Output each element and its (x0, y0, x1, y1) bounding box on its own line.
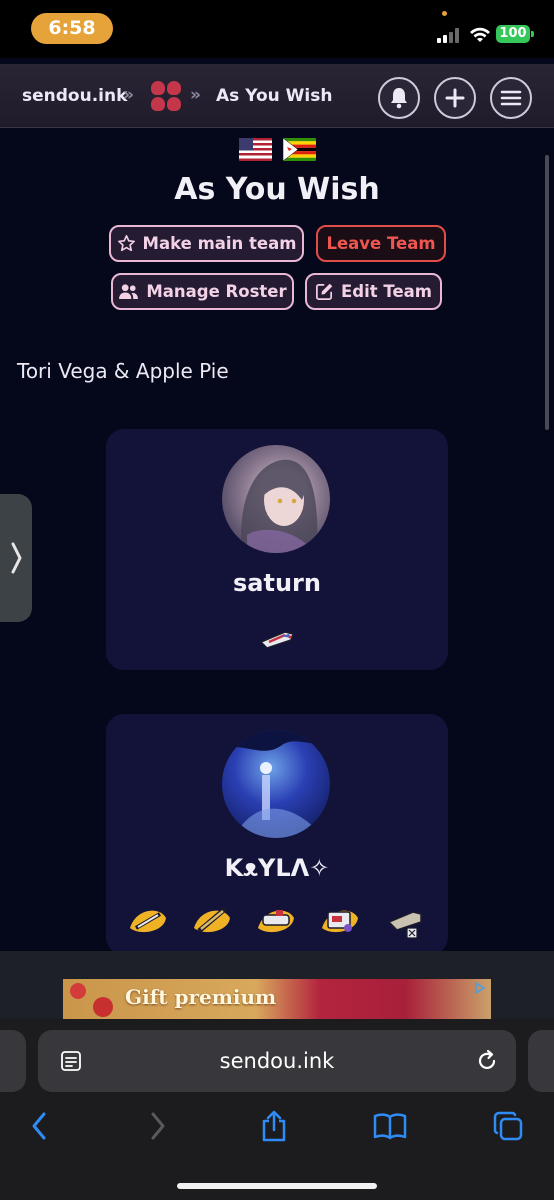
team-logo-icon[interactable] (150, 80, 182, 112)
weapon-icon (130, 910, 166, 933)
wifi-icon (470, 27, 490, 42)
users-icon (119, 284, 139, 300)
weapon-icon (322, 910, 358, 933)
chevron-left-icon (32, 1112, 46, 1140)
leave-team-button[interactable]: Leave Team (316, 225, 446, 262)
battery-indicator: 100 (496, 25, 534, 43)
previous-tab-preview[interactable] (0, 1030, 26, 1092)
manage-roster-button[interactable]: Manage Roster (111, 273, 294, 310)
plus-icon (445, 88, 465, 108)
share-button[interactable] (256, 1108, 292, 1144)
weapon-icon (258, 910, 294, 933)
share-icon (262, 1110, 286, 1142)
reload-icon[interactable] (475, 1049, 499, 1073)
notifications-button[interactable] (378, 77, 420, 119)
member-name: saturn (233, 569, 321, 597)
menu-button[interactable] (490, 77, 532, 119)
privacy-indicator-dot (442, 11, 447, 16)
cellular-signal-icon (437, 27, 463, 43)
menu-icon (500, 90, 522, 106)
star-icon (117, 235, 135, 252)
status-bar: 6:58 100 (0, 0, 554, 58)
address-bar[interactable]: sendou.ink (38, 1030, 516, 1092)
ad-banner[interactable]: Gift premium (63, 979, 491, 1019)
top-navigation: sendou.ink » » As You Wish (0, 64, 554, 128)
member-avatar[interactable] (222, 445, 330, 553)
member-name: KᴥYLΛ✧ (224, 854, 330, 882)
team-description: Tori Vega & Apple Pie (17, 359, 229, 383)
breadcrumb-site[interactable]: sendou.ink (22, 86, 127, 106)
create-button[interactable] (434, 77, 476, 119)
ad-headline: Gift premium (125, 985, 277, 1009)
edit-icon (316, 283, 333, 300)
url-text: sendou.ink (219, 1049, 335, 1073)
weapon-icon (387, 911, 422, 939)
team-name: As You Wish (174, 172, 380, 207)
home-indicator[interactable] (177, 1183, 377, 1189)
status-time: 6:58 (31, 13, 113, 44)
make-main-team-button[interactable]: Make main team (109, 225, 304, 262)
member-card[interactable]: saturn (106, 429, 448, 670)
edit-team-label: Edit Team (341, 282, 432, 301)
back-button[interactable] (21, 1108, 57, 1144)
breadcrumb-current[interactable]: As You Wish (216, 86, 332, 106)
weapon-icon (259, 631, 294, 649)
bell-icon (391, 88, 407, 109)
next-tab-preview[interactable] (528, 1030, 554, 1092)
leave-team-label: Leave Team (326, 234, 436, 253)
us-flag-icon (239, 138, 272, 161)
forward-button[interactable] (140, 1108, 176, 1144)
breadcrumb-separator: » (190, 85, 201, 105)
zimbabwe-flag-icon (283, 138, 316, 161)
weapon-icon (194, 907, 230, 933)
team-flags (239, 138, 316, 161)
edit-team-button[interactable]: Edit Team (305, 273, 442, 310)
side-drawer-handle[interactable] (0, 494, 32, 622)
manage-roster-label: Manage Roster (146, 282, 287, 301)
ad-info-icon[interactable] (473, 981, 487, 995)
make-main-team-label: Make main team (142, 234, 297, 253)
chevron-right-icon (11, 542, 22, 574)
tabs-icon (493, 1111, 523, 1141)
member-avatar[interactable] (222, 730, 330, 838)
breadcrumb-separator: » (123, 85, 134, 105)
book-icon (373, 1113, 407, 1140)
member-card[interactable]: KᴥYLΛ✧ (106, 714, 448, 955)
ad-decoration-icon (70, 983, 113, 1017)
chevron-right-icon (151, 1112, 165, 1140)
tabs-button[interactable] (490, 1108, 526, 1144)
bookmarks-button[interactable] (372, 1108, 408, 1144)
page-scrollbar[interactable] (545, 155, 549, 430)
